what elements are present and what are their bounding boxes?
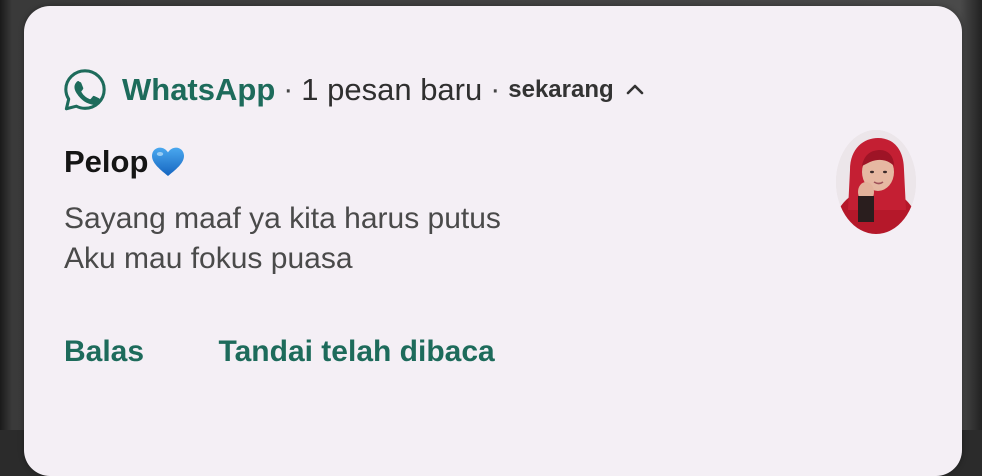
message-line: Aku mau fokus puasa [64,242,353,275]
chevron-up-icon[interactable] [622,79,648,101]
notification-time: sekarang [508,76,614,103]
message-line: Sayang maaf ya kita harus putus [64,202,501,235]
contact-avatar [836,130,916,234]
mark-as-read-button[interactable]: Tandai telah dibaca [219,335,495,369]
notification-actions: Balas Tandai telah dibaca [64,335,495,369]
blue-heart-icon [152,147,185,176]
app-name: WhatsApp [122,72,276,107]
notification-card[interactable]: WhatsApp · 1 pesan baru · sekarang Pelop… [24,6,962,476]
message-count: 1 pesan baru [301,72,483,107]
notification-header: WhatsApp · 1 pesan baru · sekarang [62,66,648,114]
separator-dot: · [283,73,294,106]
avatar [836,130,916,234]
sender-row: Pelop [64,144,186,180]
whatsapp-icon [64,69,106,111]
reply-button[interactable]: Balas [64,335,144,369]
sender-name: Pelop [64,144,149,179]
separator-dot: · [490,73,501,106]
